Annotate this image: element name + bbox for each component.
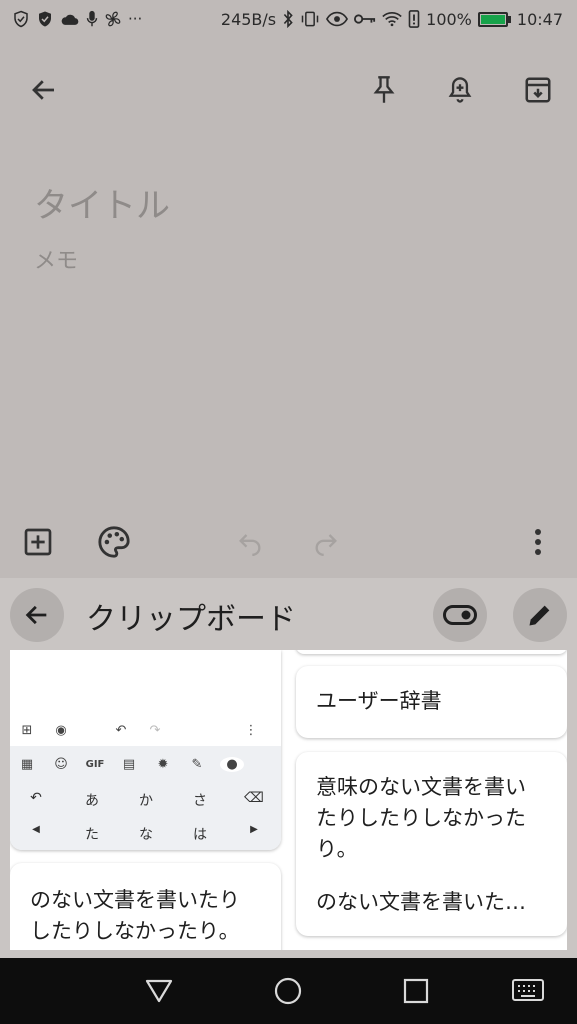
clipboard-edit-button[interactable] [513,588,567,642]
verified-shield-icon [39,11,51,27]
status-left-icons: ··· [12,10,142,28]
key-icon [354,14,376,24]
mini-apps-icon: ▦ [20,756,34,772]
clipboard-toggle-button[interactable] [433,588,487,642]
mini-toolbar: ⊞ ◉ ↶ ↷ ⋮ [10,718,281,742]
reminder-bell-icon[interactable] [436,66,484,114]
clip-text-line: たりしたりしなかった [316,806,526,830]
fan-icon [105,11,121,27]
mini-key: か [139,793,153,809]
archive-icon[interactable] [514,66,562,114]
recents-square-icon[interactable] [395,970,437,1012]
mini-right-icon: ▶ [250,824,258,835]
clipboard-item-text[interactable]: ユーザー辞書 [296,666,567,738]
more-vert-icon[interactable] [514,518,562,566]
pin-icon[interactable] [360,66,408,114]
mini-left-icon: ◀ [32,824,40,835]
toggle-icon [443,605,477,625]
undo-icon[interactable] [226,518,274,566]
back-triangle-icon[interactable] [138,970,180,1012]
battery-percent: 100% [426,9,472,29]
note-title-field[interactable]: タイトル [34,178,170,227]
clipboard-item-text[interactable]: のない文書を書いたり したりしなかったり。 [10,863,281,950]
more-icon: ··· [128,9,143,28]
battery-icon [477,11,511,27]
clip-text-line [316,865,547,887]
add-box-icon[interactable] [14,518,62,566]
note-bottom-bar [0,516,577,568]
mini-key: た [85,827,99,843]
vpn-shield-icon [14,10,28,28]
clip-text-line: したりしなかったり。 [30,919,240,943]
cloud-icon [61,14,79,25]
mini-mic-icon: ● [220,756,244,772]
clipboard-back-button[interactable] [10,588,64,642]
clipboard-item-partial[interactable] [296,650,567,654]
mini-key: は [193,827,207,843]
keyboard-icon[interactable] [507,970,549,1012]
mini-key: あ [85,793,99,809]
network-speed: 245B/s [220,9,277,29]
palette-icon[interactable] [90,518,138,566]
clipboard-panel: クリップボード ⊞ ◉ ↶ ↷ ⋮ ▦ ☺ GIF ▤ ✹ ✎ ● ↶ あ か … [0,578,577,958]
clip-text-line: のない文書を書いたり [30,888,240,912]
clip-text-line: り。 [316,837,358,861]
mini-key: さ [193,793,207,809]
eye-icon [326,11,349,27]
note-editor: タイトル メモ [0,38,577,578]
back-arrow-icon[interactable] [20,66,68,114]
bluetooth-icon [283,10,293,28]
mini-handwrite-icon: ✎ [191,756,203,772]
home-circle-icon[interactable] [267,970,309,1012]
clipboard-item-image[interactable]: ⊞ ◉ ↶ ↷ ⋮ ▦ ☺ GIF ▤ ✹ ✎ ● ↶ あ か さ ⌫ ◀ た … [10,650,281,850]
clip-text-line: 意味のない文書を書い [316,775,526,799]
navigation-bar [0,958,577,1024]
mini-palette-icon: ◉ [55,722,67,738]
mini-undo-icon: ↶ [115,722,127,738]
note-top-bar [0,58,577,118]
clipboard-grid: ⊞ ◉ ↶ ↷ ⋮ ▦ ☺ GIF ▤ ✹ ✎ ● ↶ あ か さ ⌫ ◀ た … [10,650,567,950]
mini-add-icon: ⊞ [21,722,33,738]
mini-gif-label: GIF [85,758,105,770]
mini-sticker-icon: ☺ [54,756,68,772]
mini-keys: ↶ あ か さ ⌫ ◀ た な は ▶ [10,782,281,850]
mini-more-icon: ⋮ [244,722,258,738]
wifi-icon [382,12,402,27]
clipboard-header: クリップボード [0,578,577,650]
mini-key-strip: ▦ ☺ GIF ▤ ✹ ✎ ● [10,746,281,782]
redo-icon[interactable] [302,518,350,566]
alert-icon [408,10,420,28]
clip-text-line: ユーザー辞書 [316,689,442,713]
status-bar: ··· 245B/s 100% 10:47 [0,0,577,38]
mini-clipboard-icon: ▤ [122,756,136,772]
mini-undo-key: ↶ [30,790,42,806]
status-right-icons: 245B/s 100% 10:47 [221,10,563,29]
note-body-field[interactable]: メモ [34,243,78,275]
vibrate-icon [301,11,319,27]
mini-redo-icon: ↷ [149,722,161,738]
mini-backspace-icon: ⌫ [244,790,264,806]
clipboard-title: クリップボード [86,602,296,637]
mini-settings-icon: ✹ [157,756,169,772]
pencil-icon [529,605,550,626]
clip-text-line: のない文書を書いた… [316,890,526,914]
clipboard-item-text[interactable]: 意味のない文書を書い たりしたりしなかった り。 のない文書を書いた… [296,752,567,936]
mic-icon [86,10,98,27]
clock: 10:47 [516,9,563,29]
back-arrow-icon [25,605,47,625]
mini-key: な [139,827,153,843]
